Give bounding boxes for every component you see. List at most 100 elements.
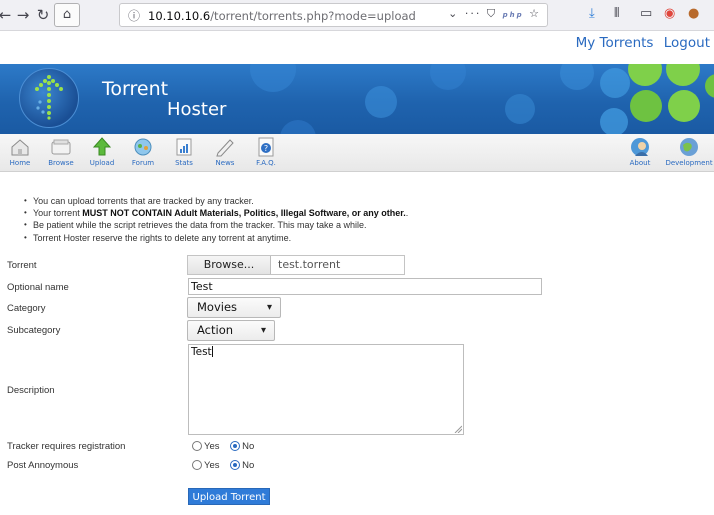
site-subtitle: Hoster [167,99,227,120]
yes-label: Yes [204,441,220,452]
sidebar-icon[interactable]: ▭ [640,6,652,21]
tracker-yes-option[interactable]: Yes [192,441,220,452]
upload-icon [92,137,112,156]
nav-upload[interactable]: Upload [82,136,122,167]
logo-arrow-icon [35,75,63,120]
stats-icon [176,138,192,156]
banner-decoration [666,64,700,86]
note-item: You can upload torrents that are tracked… [24,195,408,207]
site-banner: Torrent Hoster [0,64,714,134]
banner-decoration [250,64,296,92]
nav-home[interactable]: Home [0,136,40,167]
radio-selected-icon[interactable] [230,460,241,470]
banner-decoration [430,64,466,90]
category-value: Movies [197,300,238,314]
banner-decoration [600,68,630,98]
subcategory-label: Subcategory [7,325,61,336]
anon-yes-option[interactable]: Yes [192,460,220,471]
url-host: 10.10.10.6 [148,9,211,23]
reload-icon[interactable]: ↻ [32,4,54,26]
download-icon[interactable]: ⤓ [589,6,595,21]
torrent-file-input[interactable]: Browse... test.torrent [187,255,405,275]
forum-icon [134,138,152,156]
nav-faq-label: F.A.Q. [256,159,276,167]
note-warning: MUST NOT CONTAIN Adult Materials, Politi… [82,208,406,219]
anon-no-option[interactable]: No [230,460,254,471]
nav-browse-label: Browse [48,159,74,167]
faq-icon: ? [258,137,274,157]
banner-decoration [630,90,662,122]
url-bar[interactable]: ⓘ 10.10.10.6/torrent/torrents.php?mode=u… [119,3,548,27]
nav-stats-label: Stats [175,159,193,167]
forward-icon[interactable]: → [12,4,34,26]
svg-text:?: ? [264,144,268,153]
no-label: No [242,441,255,452]
chevron-down-icon: ▾ [260,325,266,336]
subcategory-value: Action [197,323,234,337]
my-torrents-link[interactable]: My Torrents [576,35,654,51]
no-label: No [242,460,255,471]
post-anonymous-radios: Yes No [192,460,262,471]
note-text: Your torrent [33,208,83,219]
post-anonymous-label: Post Annoymous [7,460,79,471]
nav-home-label: Home [9,159,31,167]
nav-faq[interactable]: ? F.A.Q. [246,136,286,167]
banner-decoration [705,74,714,98]
main-nav: Home Browse Upload Forum Stats News ? F.… [0,134,714,172]
nav-forum[interactable]: Forum [123,136,163,167]
radio-icon[interactable] [192,441,202,451]
torrent-label: Torrent [7,260,37,271]
radio-selected-icon[interactable] [230,441,241,451]
banner-decoration [668,90,700,122]
nav-news[interactable]: News [205,136,245,167]
php-badge-icon[interactable]: php [503,11,524,19]
upload-notes: You can upload torrents that are tracked… [24,195,408,244]
text-caret [211,346,213,357]
subcategory-select[interactable]: Action ▾ [187,320,275,341]
url-text[interactable]: 10.10.10.6/torrent/torrents.php?mode=upl… [148,9,416,23]
resize-handle-icon[interactable] [454,425,462,433]
bookmark-star-icon[interactable]: ☆ [529,7,541,20]
browse-button[interactable]: Browse... [188,256,271,274]
banner-decoration [280,120,316,134]
chevron-down-icon[interactable]: ⌄ [448,7,459,20]
nav-about[interactable]: About [620,136,660,167]
optional-name-input[interactable]: Test [188,278,542,295]
nav-news-label: News [215,159,235,167]
banner-decoration [628,64,662,86]
url-path: /torrent/torrents.php?mode=upload [210,9,416,23]
nav-browse[interactable]: Browse [41,136,81,167]
tracker-registration-label: Tracker requires registration [7,441,126,452]
library-icon[interactable]: ⫴ [614,6,619,21]
url-actions: ⌄ ··· ⛉ php ☆ [448,7,541,21]
optional-name-label: Optional name [7,282,69,293]
news-icon [216,139,234,157]
category-select[interactable]: Movies ▾ [187,297,281,318]
home-icon[interactable]: ⌂ [54,3,80,27]
logout-link[interactable]: Logout [664,35,710,51]
nav-stats[interactable]: Stats [164,136,204,167]
upload-torrent-button[interactable]: Upload Torrent [188,488,270,505]
site-info-icon[interactable]: ⓘ [128,7,140,24]
note-item: Torrent Hoster reserve the rights to del… [24,232,408,244]
tracker-registration-radios: Yes No [192,441,262,452]
selected-file-name: test.torrent [278,258,341,271]
extension-icon[interactable]: ◉ [664,6,675,21]
nav-forum-label: Forum [131,159,155,167]
description-label: Description [7,385,55,396]
pocket-icon[interactable]: ⛉ [487,7,497,20]
development-icon [680,138,698,156]
description-textarea[interactable]: Test [188,344,464,435]
banner-decoration [560,64,594,90]
radio-icon[interactable] [192,460,202,470]
nav-development[interactable]: Development [664,136,714,167]
nav-upload-label: Upload [89,159,115,167]
cookie-icon[interactable]: ● [688,6,699,21]
browser-toolbar: ← → ↻ ⌂ ⓘ 10.10.10.6/torrent/torrents.ph… [0,0,714,31]
yes-label: Yes [204,460,220,471]
page-actions-icon[interactable]: ··· [465,7,482,20]
note-item: Your torrent MUST NOT CONTAIN Adult Mate… [24,207,408,219]
about-icon [631,138,649,156]
banner-decoration [505,94,535,124]
tracker-no-option[interactable]: No [230,441,254,452]
